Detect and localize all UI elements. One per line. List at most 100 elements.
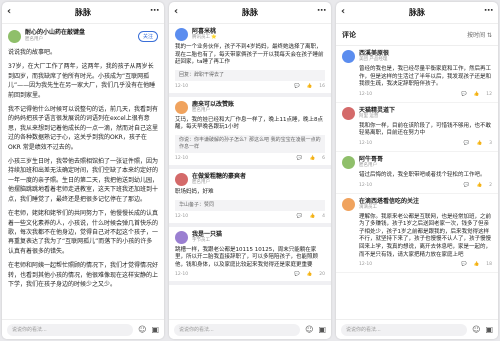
reply-quote[interactable]: 回复：辞职干得去了 bbox=[175, 69, 325, 81]
reply-text: 我的一个业务伙伴，孩子不到4岁妈妈，最终她选择了离职，现在二胎也有了，每天带家俩… bbox=[175, 44, 324, 66]
follow-button[interactable]: 关注 bbox=[137, 30, 158, 42]
thumb-up-icon[interactable]: 👍 bbox=[474, 262, 480, 267]
avatar[interactable] bbox=[175, 28, 188, 41]
more-icon[interactable]: ⋯ bbox=[150, 6, 159, 16]
like-count: 20 bbox=[319, 272, 325, 278]
thumb-up-icon[interactable]: 👍 bbox=[474, 92, 480, 97]
reply-author[interactable]: 鹿来可以改赞账 bbox=[192, 101, 234, 108]
comment-meta: 滴滴员工 bbox=[359, 204, 377, 210]
comment-text: 曾经的我也是，我已经尽量平衡家庭和工作，然后再工作，但是这样的生活过了半年以后，… bbox=[359, 66, 492, 88]
comment-author[interactable]: 在滴西塔看信吃的关注 bbox=[359, 198, 419, 205]
comment-item[interactable]: 阿牛哥哥 匿名用户 错过后悔的说，我全职带吧或者找个轻松的工作吧。 12-10 … bbox=[336, 152, 498, 194]
thumb-up-icon[interactable]: 👍 bbox=[307, 272, 313, 277]
image-icon[interactable]: ▣ bbox=[485, 325, 493, 334]
reply-meta: 匿名用户 bbox=[192, 107, 210, 113]
comment-item[interactable]: 在滴西塔看信吃的关注 滴滴员工 理解你。我原来老公都是互联网，也是经常加班，之前… bbox=[336, 194, 498, 274]
comment-icon[interactable]: 💬 bbox=[294, 84, 300, 89]
reply-meta: 字节员工 bbox=[192, 237, 210, 243]
thumb-up-icon[interactable]: 👍 bbox=[477, 183, 483, 188]
comment-icon[interactable]: 💬 bbox=[461, 262, 467, 267]
avatar[interactable] bbox=[342, 197, 355, 211]
reply-text: 艾玛，我的娃已经和大厂作息一样了，晚上11点睡，晚上8点醒，每天早晚各跟玩1小时 bbox=[175, 116, 323, 131]
avatar[interactable] bbox=[175, 172, 188, 186]
comment-meta: 匿名用户 bbox=[359, 162, 377, 168]
reply-author[interactable]: 在做爱粗糖的豪爽者 bbox=[192, 173, 246, 180]
back-icon[interactable]: ‹ bbox=[174, 6, 178, 17]
emoji-icon[interactable]: ☺ bbox=[472, 325, 480, 334]
comment-author[interactable]: 西溪美原很 bbox=[359, 50, 389, 57]
reply-time: 12-10 bbox=[175, 83, 189, 89]
like-count: 12 bbox=[486, 91, 492, 97]
comment-meta: 美团 产品经理 bbox=[359, 57, 388, 62]
comment-bar: 说说你的看法... ☺ ▣ bbox=[336, 319, 498, 339]
reply-time: 12-10 bbox=[175, 272, 189, 278]
author-name[interactable]: 耐心的小山药在敲键盘 bbox=[25, 29, 85, 37]
comment-input[interactable]: 说说你的看法... bbox=[341, 323, 468, 336]
comment-input[interactable]: 说说你的看法... bbox=[7, 323, 134, 336]
comment-input[interactable]: 说说你的看法... bbox=[174, 323, 301, 336]
post-body: 说说我的故事吧。 37岁，在大厂工作了两年，这两年，我的孩子从两岁长到四岁，而我… bbox=[2, 48, 164, 289]
like-count: 2 bbox=[489, 182, 492, 188]
avatar[interactable] bbox=[8, 29, 21, 43]
emoji-icon[interactable]: ☺ bbox=[305, 325, 313, 334]
reply-time: 12-10 bbox=[175, 155, 189, 161]
comment-icon[interactable]: 💬 bbox=[464, 183, 470, 188]
image-icon[interactable]: ▣ bbox=[151, 325, 159, 334]
emoji-icon[interactable]: ☺ bbox=[138, 325, 146, 334]
post-paragraph: 在老师，姥姥和姥爷们的共同努力下，他慢慢长成的认真着一些文化素养的人，小孩说，什… bbox=[8, 210, 159, 255]
reply-meta: 匿名用户 bbox=[192, 179, 210, 185]
author-sub: 匿名用户 bbox=[25, 37, 43, 42]
app-title: 脉脉 bbox=[409, 8, 425, 17]
thumb-up-icon[interactable]: 👍 bbox=[477, 141, 483, 146]
comment-icon[interactable]: 💬 bbox=[297, 156, 303, 161]
avatar[interactable] bbox=[175, 100, 188, 114]
reply-quote[interactable]: 你说：你丰谦破解的孙子怎么？那这么吧 我的宝宝在凌晨一点的作息一样 bbox=[175, 134, 325, 153]
comment-author[interactable]: 天猫精灵道下 bbox=[359, 107, 395, 114]
comment-icon[interactable]: 💬 bbox=[464, 141, 470, 146]
comments-panel: ‹ 脉脉 ⋯ 评论 按时间 ⇅ 西溪美原很 美团 产品经理 曾经的我也是，我已经… bbox=[336, 2, 498, 339]
comment-time: 12-10 bbox=[359, 91, 373, 97]
comment-bar: 说说你的看法... ☺ ▣ bbox=[2, 319, 164, 339]
more-icon[interactable]: ⋯ bbox=[484, 6, 493, 16]
thumb-up-icon[interactable]: 👍 bbox=[307, 84, 313, 89]
comment-icon[interactable]: 💬 bbox=[297, 214, 303, 219]
avatar[interactable] bbox=[342, 155, 355, 169]
comment-time: 12-10 bbox=[359, 262, 373, 268]
reply-author[interactable]: 阿喜米桃 bbox=[192, 28, 217, 35]
post-paragraph: 我不记得他什么时候可以说整句的话，前几天，我看到有的妈妈把孩子语言很发展说的词语… bbox=[8, 106, 159, 151]
avatar[interactable] bbox=[342, 50, 355, 63]
thumb-up-icon[interactable]: 👍 bbox=[310, 156, 316, 161]
reply-author[interactable]: 我是一只猫 bbox=[192, 231, 222, 238]
comment-text: 我和你一样，目前在该阶段了，可惜钱不够用，也不敢轻易离职，目前还在努力中 bbox=[359, 122, 492, 137]
app-title: 脉脉 bbox=[75, 8, 91, 17]
comment-text: 错过后悔的说，我全职带吧或者找个轻松的工作吧。 bbox=[359, 171, 486, 178]
reply-card[interactable]: 鹿来可以改赞账 匿名用户 艾玛，我的娃已经和大厂作息一样了，晚上11点睡，晚上8… bbox=[169, 97, 331, 169]
top-bar: ‹ 脉脉 ⋯ bbox=[2, 2, 164, 24]
avatar[interactable] bbox=[175, 230, 188, 244]
comment-author[interactable]: 阿牛哥哥 bbox=[359, 156, 383, 163]
reply-card[interactable]: 阿喜米桃 腾讯员工 ⭐ 我的一个业务伙伴，孩子不到4岁妈妈，最终她选择了离职，现… bbox=[169, 24, 331, 97]
top-bar: ‹ 脉脉 ⋯ bbox=[169, 2, 331, 24]
reply-text: 职场妈妈，好难 bbox=[175, 188, 214, 195]
image-icon[interactable]: ▣ bbox=[318, 325, 326, 334]
reply-card[interactable]: 我是一只猫 字节员工 跳槽一样，我跟老公都是10115 10125，周末只能躺在… bbox=[169, 227, 331, 286]
comment-icon[interactable]: 💬 bbox=[461, 92, 467, 97]
reply-card[interactable]: 在做爱粗糖的豪爽者 匿名用户 职场妈妈，好难 华山备子：赞同 12-10 💬 👍… bbox=[169, 169, 331, 227]
back-icon[interactable]: ‹ bbox=[341, 6, 345, 17]
post-author: 耐心的小山药在敲键盘 匿名用户 关注 bbox=[2, 24, 164, 48]
thumb-up-icon[interactable]: 👍 bbox=[310, 214, 316, 219]
comment-item[interactable]: 天猫精灵道下 阿里 运营 我和你一样，目前在该阶段了，可惜钱不够用，也不敢轻易离… bbox=[336, 103, 498, 152]
post-paragraph: 在老师和阿姨一起帮忙照顾的情况下，我们才觉得情况好转，也看到其他小孩的情况，他很… bbox=[8, 262, 159, 288]
sort-toggle[interactable]: 按时间 ⇅ bbox=[467, 30, 492, 39]
post-paragraph: 37岁，在大厂工作了两年，这两年，我的孩子从两岁长到四岁，而我缺席了他所有时光。… bbox=[8, 63, 156, 99]
reply-quote[interactable]: 华山备子：赞同 bbox=[175, 199, 325, 211]
post-detail-panel: ‹ 脉脉 ⋯ 耐心的小山药在敲键盘 匿名用户 关注 说说我的故事吧。 37岁，在… bbox=[2, 2, 164, 339]
comment-meta: 阿里 运营 bbox=[359, 113, 379, 119]
comment-item[interactable]: 西溪美原很 美团 产品经理 曾经的我也是，我已经尽量平衡家庭和工作，然后再工作，… bbox=[336, 46, 498, 103]
app-title: 脉脉 bbox=[242, 8, 258, 17]
comment-time: 12-10 bbox=[359, 140, 373, 146]
avatar[interactable] bbox=[342, 106, 355, 120]
back-icon[interactable]: ‹ bbox=[7, 6, 11, 17]
comment-icon[interactable]: 💬 bbox=[294, 272, 300, 277]
more-icon[interactable]: ⋯ bbox=[317, 6, 326, 16]
